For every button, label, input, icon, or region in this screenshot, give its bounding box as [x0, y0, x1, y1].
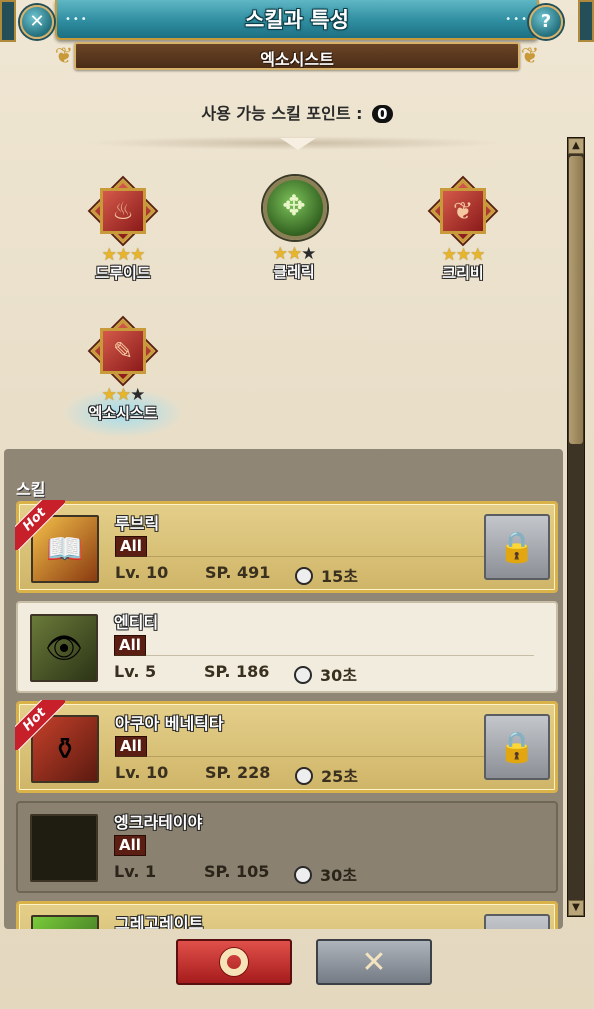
skill-tag: All	[114, 835, 146, 856]
skill-tag: All	[115, 536, 147, 557]
class-name: 엑소시스트	[88, 404, 158, 422]
clock-icon	[294, 666, 312, 684]
class-stars: ★★★	[272, 244, 317, 264]
lock-button[interactable]: 🔒	[484, 714, 550, 780]
skill-icon	[31, 915, 99, 929]
lock-icon: 🔒	[498, 529, 536, 565]
class-subtitle: 엑소시스트	[260, 50, 334, 69]
row-divider	[115, 756, 535, 757]
cancel-icon: ✕	[361, 944, 387, 980]
lock-button[interactable]: 🔒	[484, 914, 550, 929]
krivi-emblem-icon: ❦	[430, 178, 496, 244]
skill-item-entity[interactable]: 👁 엔티티 All Lv. 5 SP. 186 30초	[16, 601, 558, 693]
class-subtitle-bar: 엑소시스트	[74, 42, 520, 70]
skill-sp: SP. 186	[204, 662, 270, 681]
scroll-thumb[interactable]	[569, 156, 583, 444]
skill-item-aqua-benedicta[interactable]: ⚱ Hot 아쿠아 베네틱타 All Lv. 10 SP. 228 25초 🔒	[15, 700, 558, 793]
skill-window: ••• 스킬과 특성 ••• ✕ ? ❦ 엑소시스트 ❦ 사용 가능 스킬 포인…	[0, 0, 594, 1009]
skill-icon: 👁	[30, 614, 98, 682]
class-name: 클레릭	[273, 263, 315, 281]
title-bar: ••• 스킬과 특성 •••	[55, 0, 539, 40]
skill-points-row: 사용 가능 스킬 포인트 : 0	[0, 100, 594, 124]
divider-arrow	[280, 138, 316, 150]
window-title: 스킬과 특성	[245, 8, 349, 32]
help-icon: ?	[540, 11, 552, 32]
skill-sp: SP. 228	[205, 763, 271, 782]
class-stars: ★★★	[101, 245, 146, 265]
skill-points-value: 0	[372, 105, 393, 123]
skill-item-gregorate[interactable]: 그레고레이트 🔒	[16, 901, 558, 929]
class-name: 드루이드	[95, 264, 151, 282]
leaf-icon	[33, 917, 97, 929]
skill-name: 아쿠아 베네틱타	[115, 714, 224, 733]
title-ornament-right: •••	[505, 14, 529, 25]
row-divider	[114, 655, 534, 656]
skill-icon	[30, 814, 98, 882]
skill-cooldown: 30초	[294, 662, 357, 686]
skill-name: 루브릭	[115, 514, 160, 533]
skill-cooldown: 15초	[295, 563, 358, 587]
skill-name: 그레고레이트	[115, 914, 204, 929]
class-exorcist[interactable]: ✎ ★★★ 엑소시스트	[62, 318, 184, 438]
confirm-icon	[220, 948, 248, 976]
skills-panel: 스킬 📖 Hot 루브릭 All Lv. 10 SP. 491 15초 🔒 👁 …	[4, 449, 563, 929]
knot-ornament-right: ❦	[520, 44, 540, 69]
lock-icon: 🔒	[498, 729, 536, 765]
frame-corner-left	[0, 0, 16, 42]
clock-icon	[294, 866, 312, 884]
class-name: 크리비	[442, 264, 484, 282]
locked-skill-icon	[32, 816, 96, 880]
cleric-emblem-icon: ✥	[261, 174, 327, 240]
class-druid[interactable]: ♨ ★★★ 드루이드	[68, 178, 178, 282]
skill-sp: SP. 105	[204, 862, 270, 881]
skill-item-enkrateia[interactable]: 엥크라테이야 All Lv. 1 SP. 105 30초	[16, 801, 558, 893]
exorcist-emblem-icon: ✎	[90, 318, 156, 384]
skill-sp: SP. 491	[205, 563, 271, 582]
eye-icon: 👁	[44, 630, 84, 666]
druid-emblem-icon: ♨	[90, 178, 156, 244]
skill-cooldown: 30초	[294, 862, 357, 886]
cancel-button[interactable]: ✕	[316, 939, 432, 985]
frame-corner-right	[578, 0, 594, 42]
skill-item-rubric[interactable]: 📖 Hot 루브릭 All Lv. 10 SP. 491 15초 🔒	[15, 500, 558, 593]
hot-badge: Hot	[15, 700, 65, 750]
skill-cooldown: 25초	[295, 763, 358, 787]
class-cleric[interactable]: ✥ ★★★ 클레릭	[239, 174, 349, 281]
scroll-up-button[interactable]: ▲	[568, 138, 584, 154]
skill-tag: All	[114, 635, 146, 656]
row-divider	[115, 556, 535, 557]
class-stars: ★★★	[101, 385, 146, 405]
confirm-button[interactable]	[176, 939, 292, 985]
skill-tag: All	[115, 736, 147, 757]
class-krivi[interactable]: ❦ ★★★ 크리비	[408, 178, 518, 282]
scroll-down-button[interactable]: ▼	[568, 900, 584, 916]
skill-name: 엥크라테이야	[114, 813, 203, 832]
clock-icon	[295, 567, 313, 585]
scrollbar[interactable]: ▲ ▼	[567, 137, 585, 917]
skill-level: Lv. 1	[114, 862, 157, 881]
skill-level: Lv. 10	[115, 563, 169, 582]
close-icon: ✕	[29, 11, 45, 32]
skills-panel-title: 스킬	[16, 480, 46, 499]
hot-badge: Hot	[15, 500, 65, 550]
skill-name: 엔티티	[114, 613, 159, 632]
class-stars: ★★★	[441, 245, 486, 265]
clock-icon	[295, 767, 313, 785]
skill-points-label: 사용 가능 스킬 포인트 :	[201, 104, 363, 123]
skill-level: Lv. 10	[115, 763, 169, 782]
lock-button[interactable]: 🔒	[484, 514, 550, 580]
skill-level: Lv. 5	[114, 662, 157, 681]
close-button[interactable]: ✕	[20, 5, 54, 39]
help-button[interactable]: ?	[529, 5, 563, 39]
